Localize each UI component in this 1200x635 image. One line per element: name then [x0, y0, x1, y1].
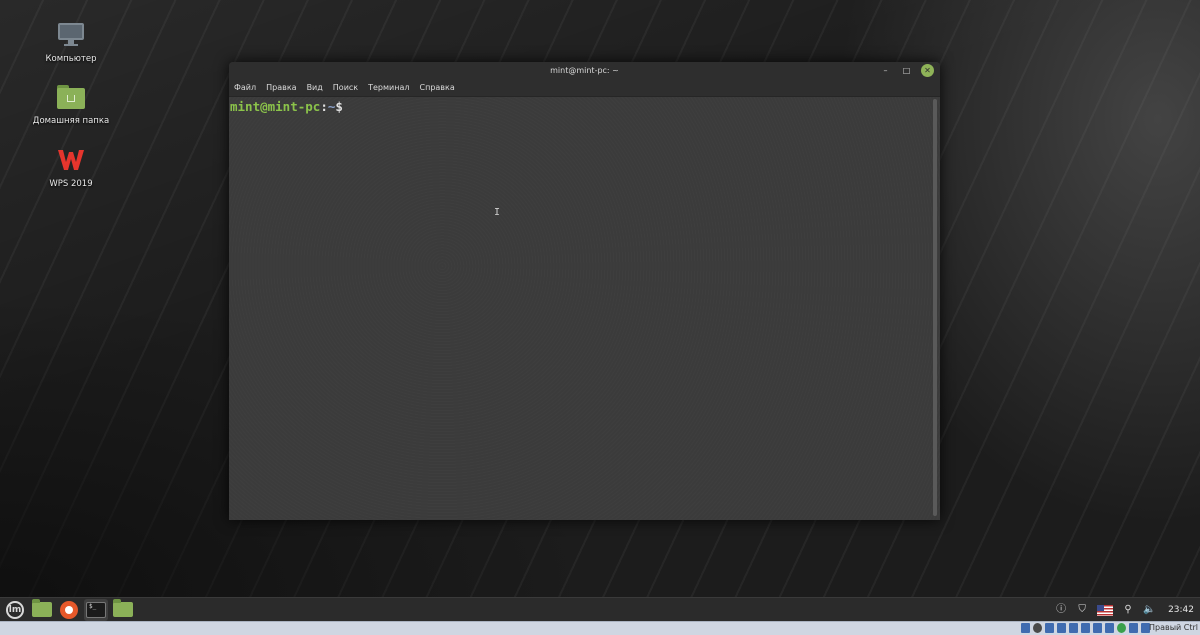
shell-prompt: mint@mint-pc:~$ [230, 99, 343, 114]
terminal-icon: $_ [86, 602, 106, 618]
window-title: mint@mint-pc: ~ [550, 62, 619, 79]
prompt-user-host: mint@mint-pc [230, 99, 320, 114]
prompt-separator: : [320, 99, 328, 114]
keyboard-layout-flag[interactable] [1097, 605, 1113, 616]
taskbar-files-window[interactable] [111, 599, 135, 621]
taskbar: lm $_ ⓘ ⛉ ⚲ 🔈 23:42 [0, 597, 1200, 621]
menu-help[interactable]: Справка [420, 83, 455, 92]
taskbar-mint-menu[interactable]: lm [3, 599, 27, 621]
vm-usb-icon[interactable] [1069, 623, 1078, 633]
taskbar-terminal-window[interactable]: $_ [84, 599, 108, 621]
desktop-icon-wps[interactable]: WPS 2019 [26, 145, 116, 189]
window-titlebar[interactable]: mint@mint-pc: ~ – □ ✕ [229, 62, 940, 79]
menu-edit[interactable]: Правка [266, 83, 296, 92]
shield-icon[interactable]: ⛉ [1076, 604, 1088, 616]
vm-audio-icon[interactable] [1045, 623, 1054, 633]
desktop-icon-label: WPS 2019 [49, 179, 92, 189]
minimize-button[interactable]: – [879, 64, 892, 77]
menu-search[interactable]: Поиск [333, 83, 358, 92]
prompt-symbol: $ [335, 99, 343, 114]
maximize-button[interactable]: □ [900, 64, 913, 77]
computer-icon [56, 20, 86, 50]
vm-mouse-integration-icon[interactable] [1129, 623, 1138, 633]
close-button[interactable]: ✕ [921, 64, 934, 77]
text-cursor-icon: I [494, 207, 500, 218]
menu-file[interactable]: Файл [234, 83, 256, 92]
vm-storage-icon[interactable] [1021, 623, 1030, 633]
volume-icon[interactable]: 🔈 [1143, 604, 1155, 616]
network-icon[interactable]: ⚲ [1122, 604, 1134, 616]
home-folder-icon [56, 82, 86, 112]
vm-status-bar: Правый Ctrl [0, 621, 1200, 635]
desktop-icon-label: Компьютер [46, 54, 97, 64]
taskbar-files-launcher[interactable] [30, 599, 54, 621]
info-icon[interactable]: ⓘ [1055, 604, 1067, 616]
system-tray: ⓘ ⛉ ⚲ 🔈 23:42 [1055, 598, 1200, 622]
clock[interactable]: 23:42 [1168, 605, 1194, 615]
desktop-icon-label: Домашняя папка [33, 116, 109, 126]
desktop-icon-home[interactable]: Домашняя папка [26, 82, 116, 126]
vm-shared-folders-icon[interactable] [1081, 623, 1090, 633]
terminal-output-area[interactable]: mint@mint-pc:~$ [229, 97, 940, 520]
menu-terminal[interactable]: Терминал [368, 83, 409, 92]
firefox-icon [60, 601, 78, 619]
wps-office-icon [56, 145, 86, 175]
menu-bar: Файл Правка Вид Поиск Терминал Справка [229, 79, 940, 97]
vm-network-icon[interactable] [1057, 623, 1066, 633]
desktop-icon-computer[interactable]: Компьютер [26, 20, 116, 64]
vm-host-key-label: Правый Ctrl [1149, 623, 1198, 632]
files-icon [32, 602, 52, 617]
vm-virtualization-icon[interactable] [1117, 623, 1126, 633]
vm-display-icon[interactable] [1093, 623, 1102, 633]
vm-optical-icon[interactable] [1033, 623, 1042, 633]
terminal-window[interactable]: mint@mint-pc: ~ – □ ✕ Файл Правка Вид По… [229, 62, 940, 520]
menu-view[interactable]: Вид [307, 83, 323, 92]
vm-status-icons [1021, 623, 1150, 633]
files-icon [113, 602, 133, 617]
vm-recording-icon[interactable] [1105, 623, 1114, 633]
terminal-scrollbar[interactable] [933, 99, 937, 516]
taskbar-firefox-launcher[interactable] [57, 599, 81, 621]
mint-menu-icon: lm [6, 601, 24, 619]
